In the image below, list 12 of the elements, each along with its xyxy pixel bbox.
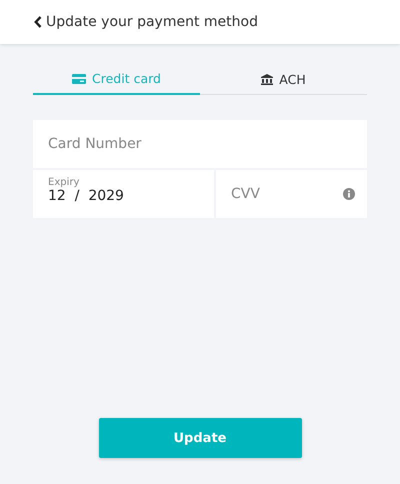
expiry-field[interactable]: Expiry 12 / 2029 xyxy=(33,170,214,218)
card-number-field[interactable]: Card Number xyxy=(33,120,367,168)
credit-card-icon xyxy=(72,74,86,84)
tab[interactable]: ACH xyxy=(200,64,367,95)
back-button[interactable] xyxy=(34,16,42,28)
bank-icon xyxy=(261,74,274,84)
expiry-label: Expiry xyxy=(48,177,80,188)
info-icon xyxy=(343,188,355,200)
back-icon xyxy=(34,16,42,28)
expiry-value: 12 / 2029 xyxy=(48,188,125,204)
cvv-field[interactable]: CVV xyxy=(216,170,367,218)
page-title: Update your payment method xyxy=(46,14,258,30)
